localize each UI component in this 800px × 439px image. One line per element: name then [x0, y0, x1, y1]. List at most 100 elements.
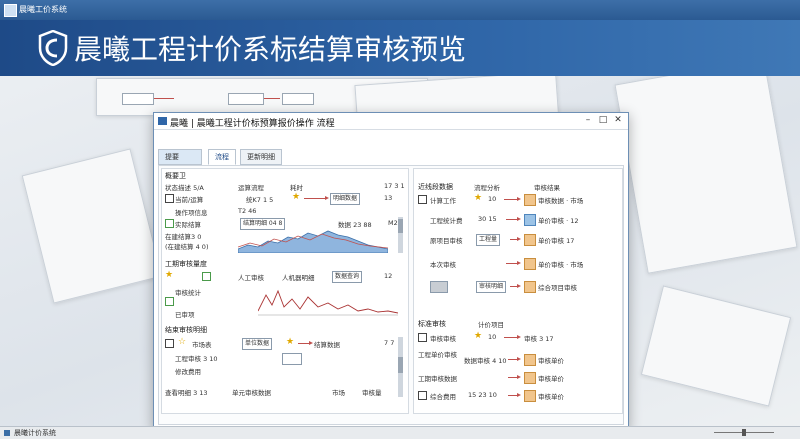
process-window: 晨曦 | 晨曦工程计价标预算报价操作 流程 – □ ✕ 提要 流程 更新明细 概…	[153, 112, 629, 430]
arrow	[504, 335, 521, 339]
tab-process[interactable]: 流程	[208, 149, 236, 165]
content-area: 概要卫 状态描述 5/A 运算流程 耗时 17 3 1 当前/运算 统K7 1 …	[158, 165, 624, 425]
zoom-knob[interactable]	[742, 429, 746, 436]
scroll-thumb[interactable]	[398, 219, 403, 233]
row-value: 数据审核 4 10	[464, 357, 507, 365]
scroll-thumb[interactable]	[398, 357, 403, 373]
row-result: 审核单价	[538, 357, 564, 365]
right-section2-title: 标准审核	[418, 320, 446, 328]
checkbox[interactable]	[165, 297, 174, 306]
tab-process-label: 流程	[215, 153, 229, 161]
banner-title: 晨曦工程计价系标结算审核预览	[74, 33, 467, 66]
tab-updates[interactable]: 更新明细	[240, 149, 282, 165]
background-box	[282, 93, 314, 105]
right-section-title: 近线段数据	[418, 183, 453, 191]
row-num: M2	[388, 219, 398, 227]
flow-box: 数据查询	[332, 271, 363, 283]
flow-box: 明细数据	[330, 193, 361, 205]
row-label: 工程单价审核	[418, 351, 457, 359]
flow-box: 单位数据	[242, 338, 273, 350]
area-chart	[238, 230, 388, 253]
checkbox[interactable]	[418, 195, 427, 204]
tab-summary-label: 提要	[165, 153, 179, 161]
arrow	[506, 217, 521, 221]
checkbox[interactable]	[418, 333, 427, 342]
arrow	[504, 197, 521, 201]
left-header-col4: 17 3 1	[384, 182, 405, 190]
row-label: 综合费用	[430, 393, 456, 401]
minimize-icon[interactable]: –	[582, 115, 594, 126]
row-result: 单价审核 · 市场	[538, 261, 584, 269]
app-small-icon	[4, 430, 10, 436]
arrow	[508, 375, 521, 379]
background-box	[122, 93, 154, 105]
tab-updates-label: 更新明细	[247, 153, 275, 161]
scrollbar[interactable]	[398, 337, 403, 397]
right-header2-col1: 计价项目	[478, 321, 504, 329]
row-label: 在建结算3 0	[165, 233, 202, 241]
checkbox[interactable]	[418, 391, 427, 400]
arrow	[510, 284, 521, 288]
flow-box	[430, 281, 448, 293]
row-label: 计算工作	[430, 197, 456, 205]
star-icon: ★	[292, 192, 301, 202]
status-square	[524, 372, 536, 384]
row-label: 工程审核 3 10	[175, 355, 218, 363]
checkbox[interactable]	[165, 194, 174, 203]
star-icon: ★	[165, 270, 174, 280]
row-value: 单元审核数据	[232, 389, 271, 397]
row-label: (在建结算 4 0)	[165, 243, 209, 251]
right-header-col2: 审核结果	[534, 184, 560, 192]
row-value: 10	[488, 333, 497, 341]
row-label: 实际结算	[175, 221, 201, 229]
row-result: 审核单价	[538, 375, 564, 383]
zoom-slider[interactable]	[702, 429, 792, 436]
background-box	[228, 93, 264, 105]
row-result: 审核单价	[538, 393, 564, 401]
flow-box: 审核明细	[476, 281, 507, 293]
row-label: 市场表	[192, 341, 212, 349]
arrow	[304, 196, 329, 200]
status-square	[524, 354, 536, 366]
app-title: 晨曦工价系统	[19, 5, 67, 14]
app-titlebar: 晨曦工价系统	[0, 0, 800, 20]
background-arrow	[154, 98, 174, 99]
row-label: 查看明细 3 13	[165, 389, 208, 397]
right-header-col1: 流程分析	[474, 184, 500, 192]
flow-box-label: 结算明细 04 8	[243, 220, 283, 227]
tab-summary[interactable]: 提要	[158, 149, 202, 165]
status-text: 晨曦计价系统	[14, 429, 56, 437]
arrow	[298, 341, 313, 345]
row-label: 本次审核	[430, 261, 456, 269]
arrow	[508, 357, 521, 361]
right-panel: 近线段数据 流程分析 审核结果 计算工作 ★ 10 审核数据 · 市场 工程统计…	[413, 168, 623, 414]
row-label: 审核审核	[430, 335, 456, 343]
flow-box-label: 明细数据	[333, 195, 358, 202]
row-value: 人机器明细	[282, 274, 315, 282]
row-label: 审核统计	[175, 289, 201, 297]
row-value: 统K7 1 5	[246, 196, 274, 204]
status-square	[524, 194, 536, 206]
flow-box-label: 工程量	[479, 236, 498, 243]
flow-box-label: 单位数据	[245, 340, 270, 347]
checkbox[interactable]	[165, 339, 174, 348]
maximize-icon[interactable]: □	[597, 115, 609, 126]
row-result: 单价审核 · 12	[538, 217, 579, 225]
star-icon: ★	[474, 331, 483, 341]
checkbox[interactable]	[165, 219, 174, 228]
background-arrow	[264, 98, 280, 99]
scrollbar[interactable]	[398, 217, 403, 253]
row-label: 修改费用	[175, 368, 201, 376]
banner: 晨曦工程计价系标结算审核预览	[0, 20, 800, 76]
arrow	[508, 393, 521, 397]
left-section-title: 概要卫	[165, 172, 186, 180]
status-square	[524, 281, 536, 293]
row-label: 人工审核	[238, 274, 264, 282]
flow-box: 工程量	[476, 234, 501, 246]
row-result: 审核数据 · 市场	[538, 197, 584, 205]
arrow	[506, 261, 521, 265]
row-label: 当前/运算	[175, 196, 204, 204]
close-icon[interactable]: ✕	[612, 115, 624, 126]
checkbox[interactable]	[202, 272, 211, 281]
row-label: 操作项信息	[175, 209, 208, 217]
